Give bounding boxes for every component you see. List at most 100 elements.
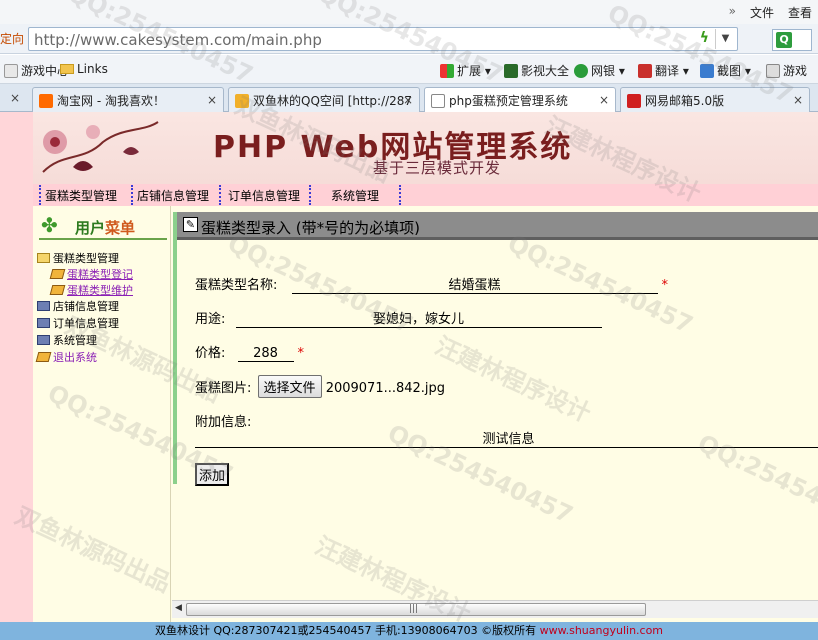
form-title: 蛋糕类型录入 (带*号的为必填项) bbox=[201, 219, 420, 237]
document-icon bbox=[35, 352, 52, 362]
document-icon bbox=[49, 269, 66, 279]
mail-icon bbox=[627, 94, 641, 108]
nav-separator bbox=[309, 185, 311, 205]
tab-qzone[interactable]: 双鱼林的QQ空间 [http://287 × bbox=[228, 87, 420, 112]
price-label: 价格: bbox=[195, 346, 226, 361]
choose-file-button[interactable]: 选择文件 bbox=[257, 375, 322, 398]
taobao-icon bbox=[39, 94, 53, 108]
gamepad-icon bbox=[766, 64, 780, 78]
toolbar-bank[interactable]: 网银 ▾ bbox=[574, 62, 625, 79]
close-icon[interactable]: × bbox=[599, 93, 609, 107]
sidebar-item-order-info[interactable]: 订单信息管理 bbox=[37, 315, 119, 331]
site-banner: PHP Web网站管理系统 基于三层模式开发 bbox=[33, 112, 818, 184]
nav-order-info[interactable]: 订单信息管理 bbox=[228, 187, 300, 204]
chevron-down-icon[interactable]: ▼ bbox=[715, 29, 735, 49]
browser-menubar: » 文件 查看 bbox=[0, 0, 818, 24]
monitor-icon bbox=[37, 301, 50, 311]
nav-system[interactable]: 系统管理 bbox=[331, 187, 379, 204]
sidebar-title: 用户菜单 bbox=[75, 219, 136, 237]
footer-site-link[interactable]: www.shuangyulin.com bbox=[540, 624, 663, 637]
required-mark: * bbox=[297, 346, 305, 361]
horizontal-scrollbar[interactable]: ◀ ||| bbox=[172, 600, 818, 618]
lightning-icon[interactable]: ϟ bbox=[700, 30, 709, 46]
toolbar-video[interactable]: 影视大全 bbox=[504, 62, 569, 79]
address-prefix[interactable]: 定向 bbox=[0, 30, 24, 47]
toolbar-screenshot[interactable]: 截图 ▾ bbox=[700, 62, 751, 79]
form-panel: ✎ 蛋糕类型录入 (带*号的为必填项) 蛋糕类型名称: 结婚蛋糕 * 用途: 娶媳… bbox=[173, 212, 818, 486]
scroll-grip: ||| bbox=[409, 604, 419, 614]
address-bar: 定向 http://www.cakesystem.com/main.php ϟ … bbox=[0, 24, 818, 54]
tab-taobao[interactable]: 淘宝网 - 淘我喜欢！ × bbox=[32, 87, 224, 112]
footer-text: 双鱼林设计 QQ:287307421或254540457 手机:13908064… bbox=[154, 624, 540, 637]
scroll-left-icon[interactable]: ◀ bbox=[175, 603, 182, 613]
type-name-input[interactable]: 结婚蛋糕 bbox=[291, 274, 658, 294]
type-name-label: 蛋糕类型名称: bbox=[195, 278, 278, 293]
toolbar-games[interactable]: 游戏 bbox=[766, 62, 807, 79]
sidebar-item-cake-type[interactable]: 蛋糕类型管理 bbox=[37, 250, 119, 266]
use-row: 用途: 娶媳妇，嫁女儿 bbox=[195, 308, 602, 328]
site-subtitle: 基于三层模式开发 bbox=[373, 159, 502, 177]
nav-cake-type[interactable]: 蛋糕类型管理 bbox=[45, 187, 117, 204]
type-name-row: 蛋糕类型名称: 结婚蛋糕 * bbox=[195, 274, 668, 294]
close-icon[interactable]: × bbox=[403, 93, 413, 107]
nav-shop-info[interactable]: 店铺信息管理 bbox=[137, 187, 209, 204]
page-viewport: PHP Web网站管理系统 基于三层模式开发 蛋糕类型管理 店铺信息管理 订单信… bbox=[0, 112, 818, 640]
nav-separator bbox=[219, 185, 221, 205]
clover-icon: ✤ bbox=[41, 213, 58, 237]
sidebar-item-shop-info[interactable]: 店铺信息管理 bbox=[37, 298, 119, 314]
monitor-icon bbox=[37, 318, 50, 328]
sidebar-item-cake-type-manage[interactable]: 蛋糕类型维护 bbox=[49, 282, 133, 298]
form-header: ✎ 蛋糕类型录入 (带*号的为必填项) bbox=[177, 212, 818, 240]
scrollbar-thumb[interactable]: ||| bbox=[186, 603, 646, 616]
nav-separator bbox=[399, 185, 401, 205]
document-icon bbox=[49, 285, 66, 295]
sidebar-item-logout[interactable]: 退出系统 bbox=[35, 349, 97, 365]
scissors-icon bbox=[700, 64, 714, 78]
edit-icon: ✎ bbox=[183, 217, 198, 232]
sidebar-item-system[interactable]: 系统管理 bbox=[37, 332, 97, 348]
use-label: 用途: bbox=[195, 312, 226, 327]
extra-input[interactable]: 测试信息 bbox=[195, 428, 818, 448]
close-icon[interactable]: × bbox=[10, 91, 20, 105]
tab-netease-mail[interactable]: 网易邮箱5.0版 × bbox=[620, 87, 810, 112]
nav-separator bbox=[39, 185, 41, 205]
toolbar-translate[interactable]: 翻译 ▾ bbox=[638, 62, 689, 79]
required-mark: * bbox=[661, 278, 669, 293]
menu-view[interactable]: 查看 bbox=[788, 4, 812, 21]
extensions-icon bbox=[440, 64, 454, 78]
bank-icon bbox=[574, 64, 588, 78]
monitor-icon bbox=[37, 335, 50, 345]
image-label: 蛋糕图片: bbox=[195, 381, 252, 396]
video-icon bbox=[504, 64, 518, 78]
folder-icon bbox=[37, 253, 50, 263]
image-row: 蛋糕图片: 选择文件 2009071...842.jpg bbox=[195, 375, 445, 398]
search-engine-icon[interactable]: Q bbox=[776, 32, 792, 48]
file-name: 2009071...842.jpg bbox=[325, 381, 446, 396]
close-icon[interactable]: × bbox=[207, 93, 217, 107]
sidebar-item-cake-type-add[interactable]: 蛋糕类型登记 bbox=[49, 266, 133, 282]
star-icon bbox=[235, 94, 249, 108]
use-input[interactable]: 娶媳妇，嫁女儿 bbox=[235, 308, 602, 328]
site-frame: PHP Web网站管理系统 基于三层模式开发 蛋糕类型管理 店铺信息管理 订单信… bbox=[33, 112, 818, 622]
bookmark-links[interactable]: Links bbox=[60, 62, 108, 76]
flower-decoration-icon bbox=[42, 121, 159, 173]
sidebar-header: ✤ 用户菜单 bbox=[39, 214, 167, 240]
translate-icon bbox=[638, 64, 652, 78]
search-box[interactable]: Q bbox=[772, 29, 812, 51]
sidebar: ✤ 用户菜单 蛋糕类型管理 蛋糕类型登记 蛋糕类型维护 店铺信息管理 订单信息管… bbox=[33, 206, 171, 622]
toolbar-extensions[interactable]: 扩展 ▾ bbox=[440, 62, 491, 79]
url-text[interactable]: http://www.cakesystem.com/main.php bbox=[34, 31, 322, 49]
gamepad-icon bbox=[4, 64, 18, 78]
tab-cake-system[interactable]: php蛋糕预定管理系统 × bbox=[424, 87, 616, 113]
folder-icon bbox=[60, 64, 74, 74]
url-field[interactable]: http://www.cakesystem.com/main.php ϟ ▼ bbox=[28, 27, 738, 51]
price-row: 价格: 288 * bbox=[195, 342, 304, 362]
top-navigation: 蛋糕类型管理 店铺信息管理 订单信息管理 系统管理 bbox=[33, 184, 818, 206]
add-button[interactable]: 添加 bbox=[195, 463, 230, 486]
nav-separator bbox=[131, 185, 133, 205]
price-input[interactable]: 288 bbox=[237, 346, 294, 362]
menu-chevron[interactable]: » bbox=[729, 4, 736, 21]
extra-row: 测试信息 bbox=[195, 428, 818, 448]
menu-file[interactable]: 文件 bbox=[750, 4, 774, 21]
close-icon[interactable]: × bbox=[793, 93, 803, 107]
